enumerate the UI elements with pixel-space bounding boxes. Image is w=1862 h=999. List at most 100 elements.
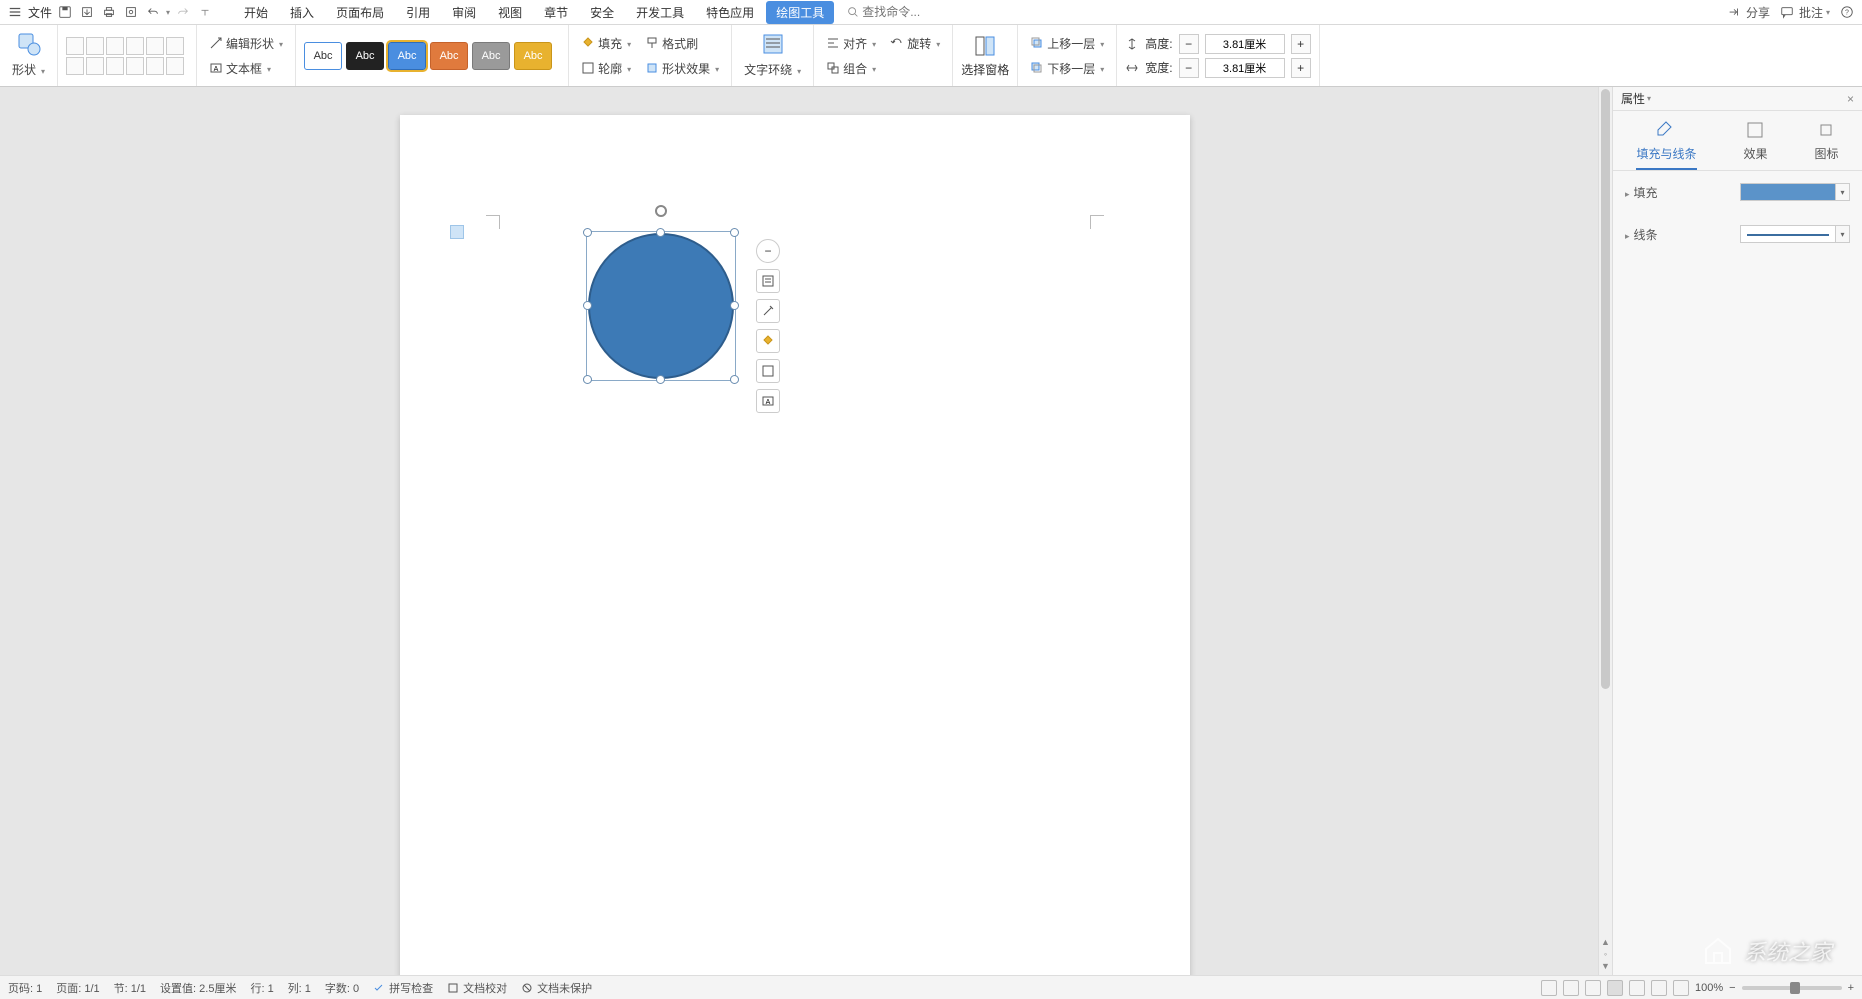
resize-handle-s[interactable] (656, 375, 665, 384)
selection-pane-label[interactable]: 选择窗格 (961, 61, 1009, 78)
scroll-down-icon[interactable]: ▼ (1601, 961, 1610, 971)
width-input[interactable] (1205, 58, 1285, 78)
fill-swatch-dropdown[interactable]: ▾ (1836, 183, 1850, 201)
float-collapse-button[interactable]: − (756, 239, 780, 263)
rotate-button[interactable]: 旋转 (886, 33, 944, 54)
web-view-icon[interactable] (1651, 980, 1667, 996)
tab-review[interactable]: 审阅 (442, 1, 486, 24)
style-swatch-4[interactable]: Abc (472, 42, 510, 70)
align-button[interactable]: 对齐 (822, 33, 880, 54)
resize-handle-se[interactable] (730, 375, 739, 384)
scroll-up-icon[interactable]: ▲ (1601, 937, 1610, 947)
tab-sections[interactable]: 章节 (534, 1, 578, 24)
tab-drawing-tools[interactable]: 绘图工具 (766, 1, 834, 24)
panel-tab-fill-line[interactable]: 填充与线条 (1636, 119, 1696, 170)
save-icon[interactable] (56, 3, 74, 21)
vertical-scrollbar[interactable]: ▲ ◦ ▼ (1598, 87, 1612, 975)
height-increase[interactable]: + (1291, 34, 1311, 54)
qat-more-icon[interactable] (196, 3, 214, 21)
zoom-knob[interactable] (1790, 982, 1800, 994)
group-button[interactable]: 组合 (822, 58, 880, 79)
resize-handle-e[interactable] (730, 301, 739, 310)
status-chars[interactable]: 字数: 0 (325, 980, 359, 996)
edit-shape-button[interactable]: 编辑形状 (205, 33, 287, 54)
help-button[interactable]: ? (1838, 3, 1856, 21)
tab-security[interactable]: 安全 (580, 1, 624, 24)
style-swatch-5[interactable]: Abc (514, 42, 552, 70)
zoom-in-button[interactable]: + (1848, 982, 1854, 994)
width-increase[interactable]: + (1291, 58, 1311, 78)
tab-special[interactable]: 特色应用 (696, 1, 764, 24)
scroll-thumb[interactable] (1601, 89, 1610, 689)
document-page[interactable]: − A (400, 115, 1190, 975)
fill-button[interactable]: 填充 (577, 33, 635, 54)
print-preview-icon[interactable] (122, 3, 140, 21)
status-page-no[interactable]: 页码: 1 (8, 980, 42, 996)
text-box-button[interactable]: A文本框 (205, 58, 287, 79)
shape-icon[interactable] (16, 31, 42, 57)
height-input[interactable] (1205, 34, 1285, 54)
fill-swatch[interactable] (1740, 183, 1836, 201)
status-protect[interactable]: 文档未保护 (521, 980, 592, 996)
page-view-icon[interactable] (1607, 980, 1623, 996)
line-swatch-dropdown[interactable]: ▾ (1836, 225, 1850, 243)
bring-forward-button[interactable]: 上移一层 (1026, 33, 1108, 54)
share-button[interactable]: 分享 (1725, 3, 1770, 21)
menu-icon[interactable] (6, 3, 24, 21)
style-swatch-1[interactable]: Abc (346, 42, 384, 70)
undo-icon[interactable] (144, 3, 162, 21)
panel-line-label[interactable]: 线条 (1625, 226, 1658, 243)
status-col[interactable]: 列: 1 (288, 980, 311, 996)
selected-shape[interactable] (588, 233, 734, 379)
line-swatch[interactable] (1740, 225, 1836, 243)
status-spellcheck[interactable]: 拼写检查 (373, 980, 433, 996)
save-as-icon[interactable] (78, 3, 96, 21)
status-row[interactable]: 行: 1 (250, 980, 273, 996)
status-proof[interactable]: 文档校对 (447, 980, 507, 996)
text-wrap-dropdown[interactable]: 文字环绕 (740, 59, 805, 80)
outline-view-icon[interactable] (1629, 980, 1645, 996)
status-position[interactable]: 设置值: 2.5厘米 (160, 980, 236, 996)
tab-view[interactable]: 视图 (488, 1, 532, 24)
tab-insert[interactable]: 插入 (280, 1, 324, 24)
status-page[interactable]: 页面: 1/1 (56, 980, 99, 996)
status-section[interactable]: 节: 1/1 (114, 980, 146, 996)
print-icon[interactable] (100, 3, 118, 21)
text-wrap-icon[interactable] (760, 31, 786, 57)
resize-handle-n[interactable] (656, 228, 665, 237)
zoom-out-button[interactable]: − (1729, 982, 1735, 994)
resize-handle-sw[interactable] (583, 375, 592, 384)
send-backward-button[interactable]: 下移一层 (1026, 58, 1108, 79)
fullscreen-view-icon[interactable] (1541, 980, 1557, 996)
redo-icon[interactable] (174, 3, 192, 21)
style-swatch-0[interactable]: Abc (304, 42, 342, 70)
float-layout-button[interactable] (756, 269, 780, 293)
resize-handle-w[interactable] (583, 301, 592, 310)
panel-tab-picture[interactable]: 图标 (1814, 119, 1838, 170)
outline-button[interactable]: 轮廓 (577, 58, 635, 79)
shape-gallery[interactable] (66, 37, 184, 75)
width-decrease[interactable]: − (1179, 58, 1199, 78)
selection-pane-icon[interactable] (972, 33, 998, 59)
style-swatch-3[interactable]: Abc (430, 42, 468, 70)
shape-dropdown[interactable]: 形状 (8, 59, 49, 80)
canvas-area[interactable]: − A (0, 87, 1598, 975)
zoom-slider[interactable] (1742, 986, 1842, 990)
float-outline-button[interactable] (756, 359, 780, 383)
read-view-icon[interactable] (1563, 980, 1579, 996)
format-painter-button[interactable]: 格式刷 (641, 33, 702, 54)
paragraph-options-icon[interactable] (450, 225, 464, 239)
panel-fill-label[interactable]: 填充 (1625, 184, 1658, 201)
eye-view-icon[interactable] (1673, 980, 1689, 996)
panel-close-button[interactable]: × (1847, 92, 1854, 106)
circle-shape[interactable] (588, 233, 734, 379)
rotate-handle[interactable] (655, 205, 667, 217)
tab-start[interactable]: 开始 (234, 1, 278, 24)
panel-tab-effects[interactable]: 效果 (1743, 119, 1767, 170)
search-input[interactable] (862, 5, 982, 19)
file-menu[interactable]: 文件 (28, 4, 52, 21)
annotate-button[interactable]: 批注 ▾ (1778, 3, 1830, 21)
command-search[interactable] (844, 3, 982, 21)
resize-handle-nw[interactable] (583, 228, 592, 237)
tab-developer[interactable]: 开发工具 (626, 1, 694, 24)
